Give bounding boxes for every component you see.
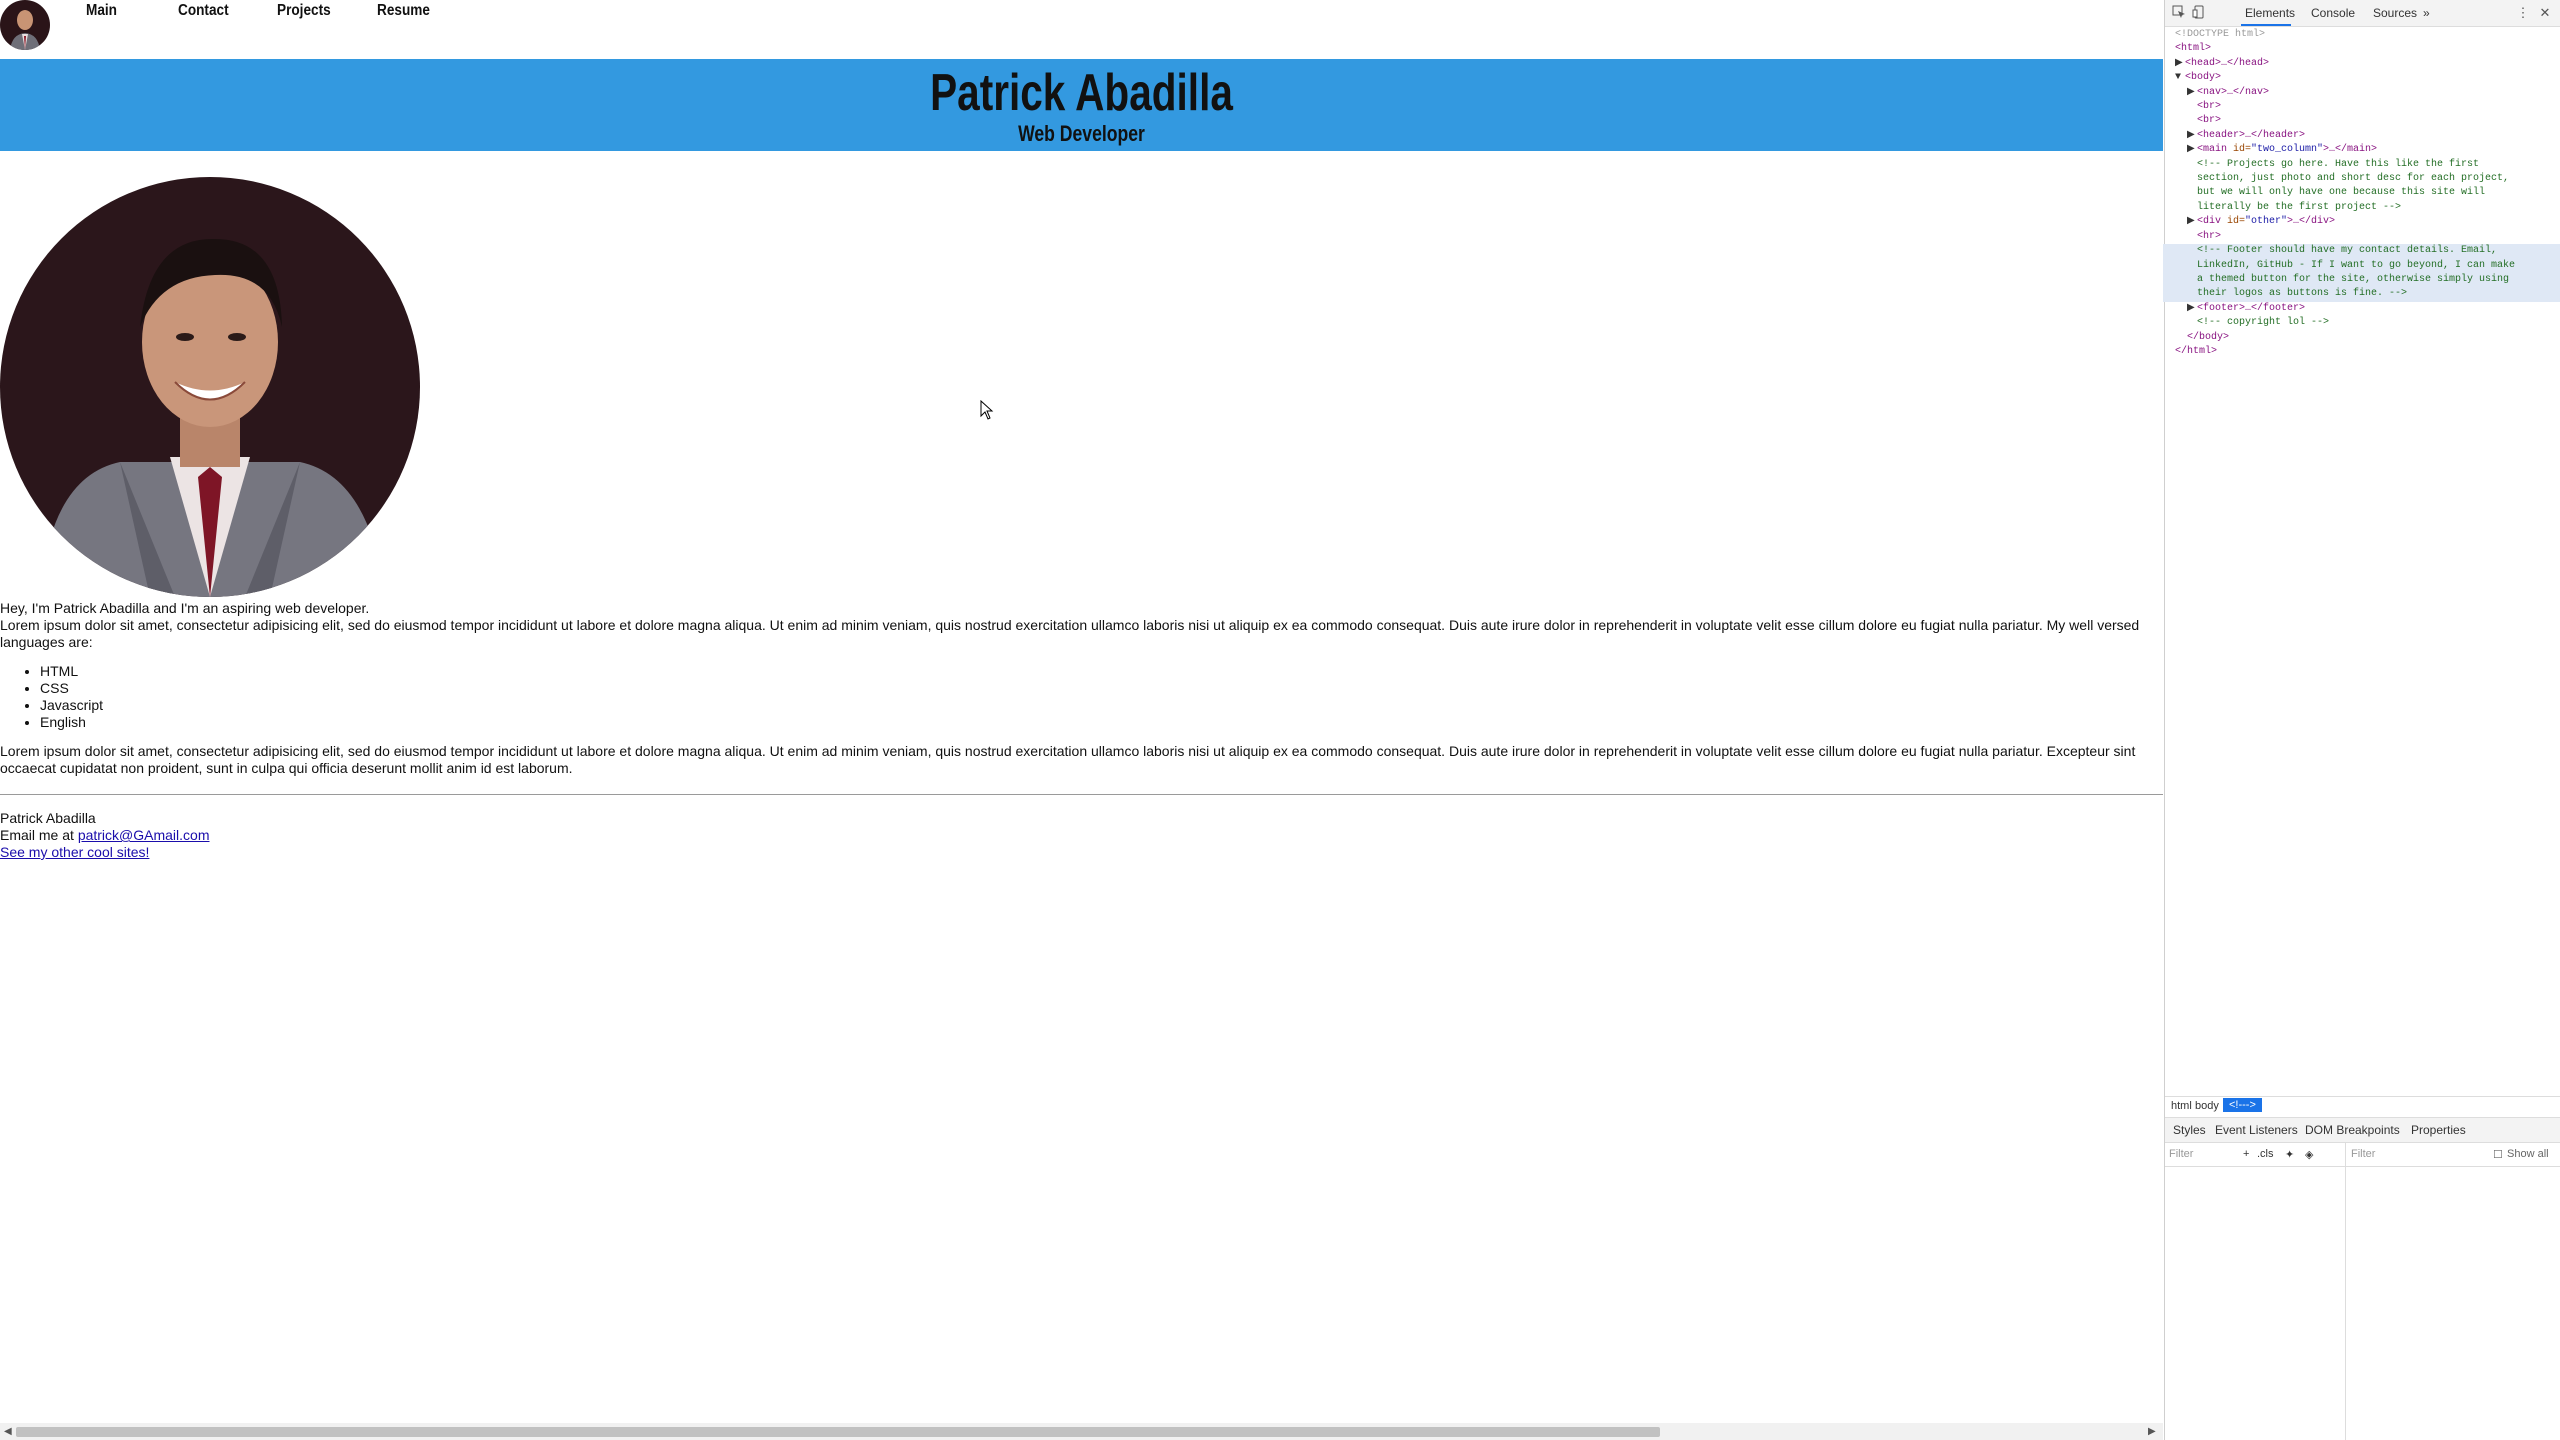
tab-console[interactable]: Console — [2311, 6, 2355, 20]
footer-name: Patrick Abadilla — [0, 810, 96, 826]
scrollbar-thumb[interactable] — [16, 1427, 1660, 1437]
dom-node[interactable]: ▶ <main id="two_column">…</main> — [2175, 143, 2559, 157]
intro-greeting: Hey, I'm Patrick Abadilla and I'm an asp… — [0, 600, 370, 616]
dom-node[interactable]: ▶ <head>…</head> — [2175, 57, 2559, 71]
intro-paragraph-1: Lorem ipsum dolor sit amet, consectetur … — [0, 617, 2140, 650]
dom-node[interactable]: </body> — [2175, 331, 2559, 345]
dom-comment-selected[interactable]: <!-- Footer should have my contact detai… — [2163, 244, 2560, 302]
tab-sources[interactable]: Sources — [2373, 6, 2417, 20]
dom-node[interactable]: ▶ <footer>…</footer> — [2175, 302, 2559, 316]
computed-filter-input[interactable]: Filter — [2351, 1148, 2375, 1160]
mouse-cursor-icon — [980, 399, 994, 425]
list-item: HTML — [40, 663, 2140, 680]
styles-filter-bar: Filter + .cls ✦ ◈ Filter ☐ Show all — [2165, 1142, 2560, 1167]
email-link[interactable]: patrick@GAmail.com — [78, 827, 210, 843]
nav-link-resume[interactable]: Resume — [377, 2, 430, 20]
cls-toggle[interactable]: .cls — [2257, 1148, 2274, 1160]
nav-avatar[interactable] — [0, 0, 50, 50]
pin-icon[interactable]: ✦ — [2285, 1148, 2294, 1161]
dom-tree[interactable]: <!DOCTYPE html> <html> ▶ <head>…</head> ▼… — [2163, 28, 2560, 359]
expand-triangle-icon[interactable]: ▶ — [2187, 129, 2197, 143]
breadcrumb: html body <!---> — [2165, 1096, 2560, 1117]
page-viewport: Main Contact Projects Resume Patrick Aba… — [0, 0, 2163, 1440]
footer-email-line: Email me at patrick@GAmail.com — [0, 827, 210, 844]
intro-section: Hey, I'm Patrick Abadilla and I'm an asp… — [0, 600, 2140, 777]
dom-node[interactable]: <html> — [2175, 42, 2559, 56]
list-item: Javascript — [40, 697, 2140, 714]
dom-node[interactable]: ▶ <nav>…</nav> — [2175, 86, 2559, 100]
tab-event-listeners[interactable]: Event Listeners — [2215, 1123, 2298, 1137]
expand-triangle-icon[interactable]: ▶ — [2175, 57, 2185, 71]
other-sites-link[interactable]: See my other cool sites! — [0, 844, 149, 860]
scroll-right-icon[interactable]: ▶ — [2148, 1426, 2156, 1437]
dom-node[interactable]: ▶ <header>…</header> — [2175, 129, 2559, 143]
intro-paragraph-2: Lorem ipsum dolor sit amet, consectetur … — [0, 743, 2136, 776]
tab-elements[interactable]: Elements — [2245, 6, 2295, 20]
breadcrumb-html[interactable]: html — [2171, 1100, 2192, 1112]
dom-node[interactable]: ▼ <body> — [2175, 71, 2559, 85]
inspect-element-icon[interactable] — [2171, 5, 2187, 21]
page-subtitle: Web Developer — [1018, 121, 1145, 146]
tab-styles[interactable]: Styles — [2173, 1123, 2206, 1137]
dom-node[interactable]: </html> — [2175, 345, 2559, 359]
expand-triangle-icon[interactable]: ▶ — [2187, 86, 2197, 100]
styles-subtabs: Styles Event Listeners DOM Breakpoints P… — [2165, 1117, 2560, 1143]
dom-node[interactable]: <br> — [2175, 100, 2559, 114]
nav-link-projects[interactable]: Projects — [277, 2, 331, 20]
languages-list: HTML CSS Javascript English — [0, 663, 2140, 731]
nav-link-main[interactable]: Main — [86, 2, 117, 20]
collapse-triangle-icon[interactable]: ▼ — [2175, 71, 2185, 85]
breadcrumb-comment[interactable]: <!---> — [2223, 1098, 2262, 1112]
show-all-label: Show all — [2507, 1148, 2549, 1160]
page-footer: Patrick Abadilla Email me at patrick@GAm… — [0, 810, 210, 861]
tab-properties[interactable]: Properties — [2411, 1123, 2466, 1137]
expand-triangle-icon[interactable]: ▶ — [2187, 302, 2197, 316]
expand-triangle-icon[interactable]: ▶ — [2187, 143, 2197, 157]
dom-comment[interactable]: <!-- Projects go here. Have this like th… — [2175, 158, 2559, 216]
email-prefix: Email me at — [0, 827, 78, 843]
color-format-icon[interactable]: ◈ — [2305, 1148, 2313, 1161]
top-nav: Main Contact Projects Resume — [0, 0, 2163, 56]
styles-filter-input[interactable]: Filter — [2169, 1148, 2193, 1160]
breadcrumb-body[interactable]: body — [2195, 1100, 2219, 1112]
header-banner: Patrick Abadilla Web Developer — [0, 59, 2163, 151]
scroll-left-icon[interactable]: ◀ — [4, 1426, 12, 1437]
show-all-checkbox[interactable]: ☐ — [2493, 1148, 2503, 1161]
more-tabs-icon[interactable]: » — [2423, 6, 2430, 20]
add-rule-icon[interactable]: + — [2243, 1148, 2249, 1160]
section-divider — [0, 794, 2163, 795]
horizontal-scrollbar[interactable]: ◀ ▶ — [0, 1423, 2163, 1440]
list-item: English — [40, 714, 2140, 731]
active-tab-indicator — [2241, 24, 2291, 26]
pane-divider[interactable] — [2345, 1142, 2346, 1440]
page-title: Patrick Abadilla — [930, 64, 1233, 122]
kebab-menu-icon[interactable]: ⋮ — [2515, 5, 2531, 21]
expand-triangle-icon[interactable]: ▶ — [2187, 215, 2197, 229]
close-icon[interactable]: ✕ — [2537, 5, 2553, 21]
dom-node[interactable]: ▶ <div id="other">…</div> — [2175, 215, 2559, 229]
list-item: CSS — [40, 680, 2140, 697]
device-toolbar-icon[interactable] — [2191, 5, 2207, 21]
devtools-panel: Elements Console Sources » ⋮ ✕ <!DOCTYPE… — [2163, 0, 2560, 1440]
profile-photo — [0, 177, 420, 597]
dom-node[interactable]: <!DOCTYPE html> — [2175, 28, 2559, 42]
tab-dom-breakpoints[interactable]: DOM Breakpoints — [2305, 1123, 2400, 1137]
dom-comment[interactable]: <!-- copyright lol --> — [2175, 316, 2559, 330]
nav-link-contact[interactable]: Contact — [178, 2, 229, 20]
dom-node[interactable]: <br> — [2175, 114, 2559, 128]
dom-node[interactable]: <hr> — [2175, 230, 2559, 244]
devtools-toolbar: Elements Console Sources » ⋮ ✕ — [2165, 0, 2560, 27]
